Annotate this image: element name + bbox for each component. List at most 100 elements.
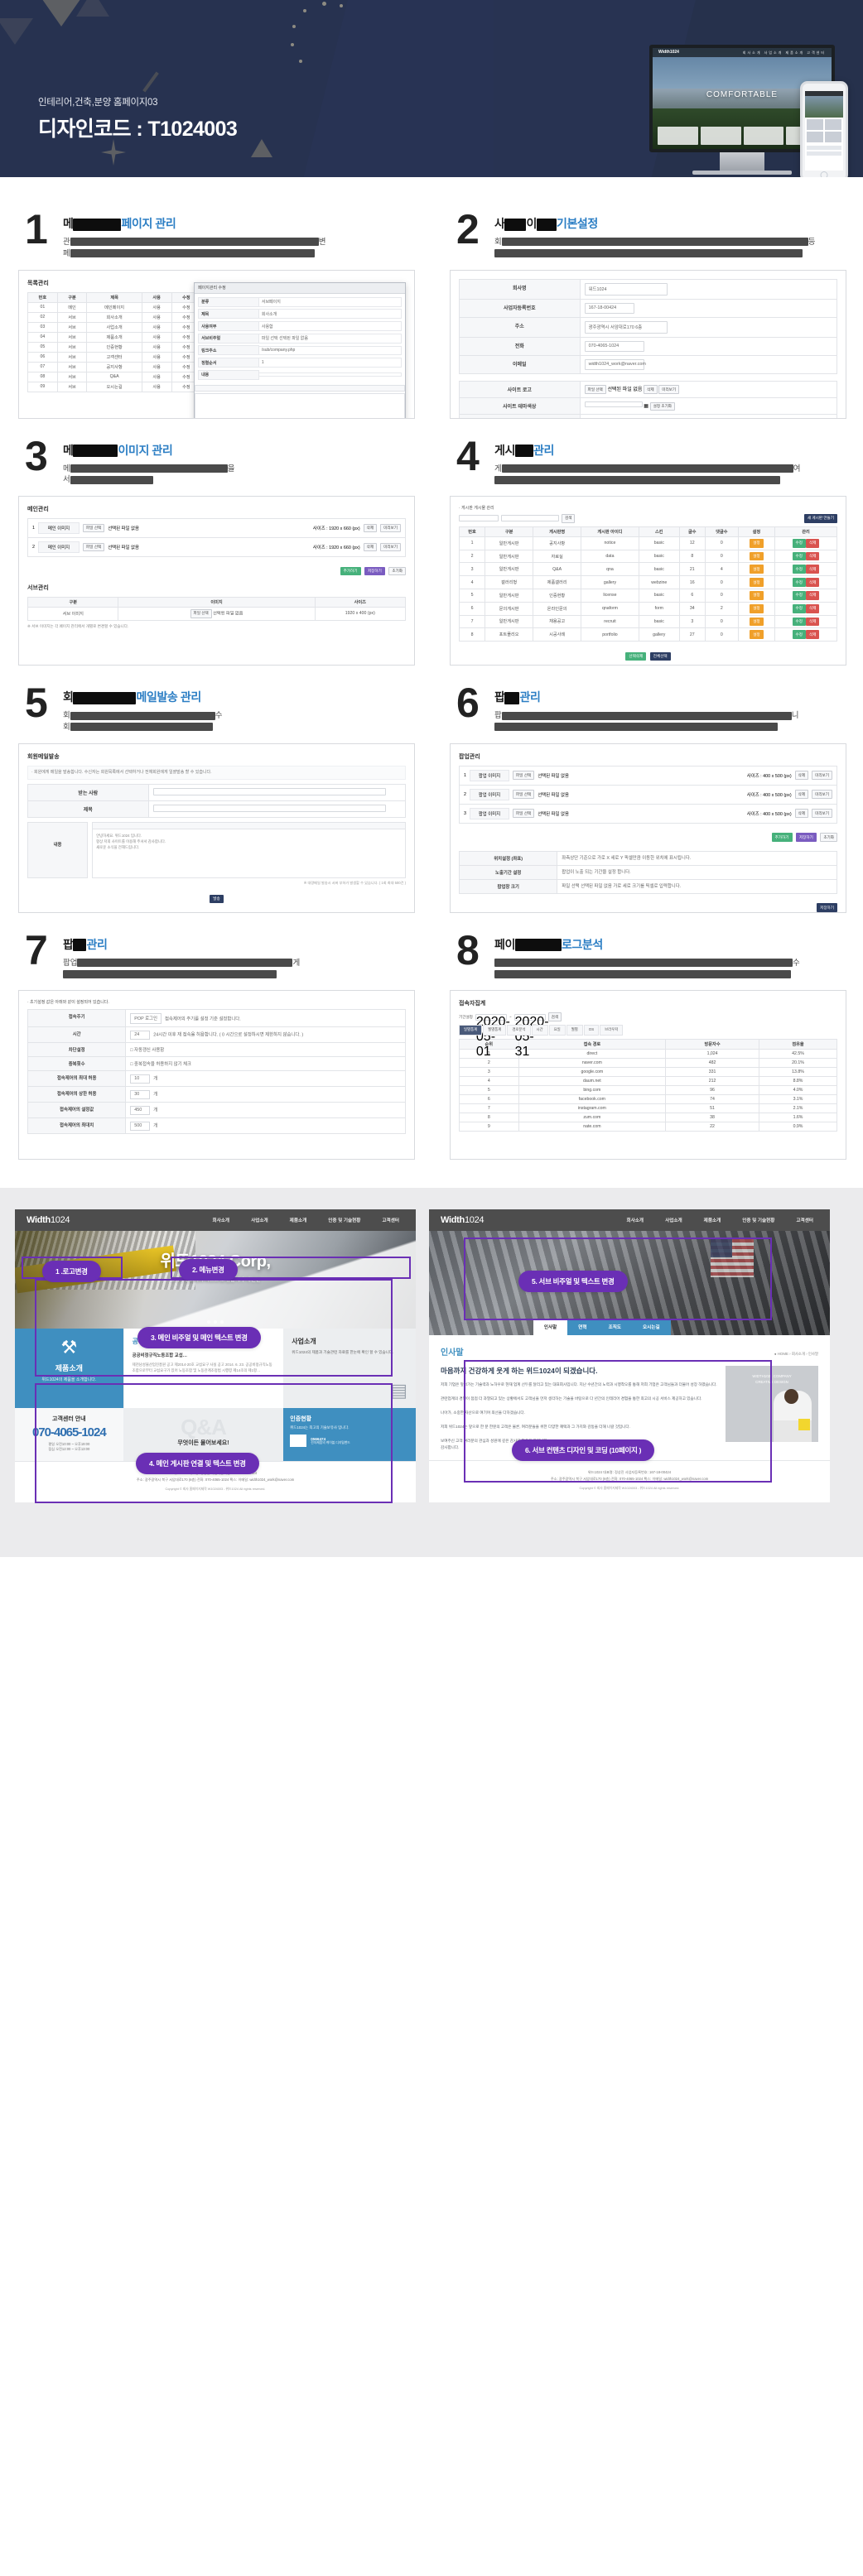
setting-input[interactable]: 450 xyxy=(130,1105,151,1115)
nav-item-2[interactable]: 제품소개 xyxy=(290,1217,307,1223)
nav-item-0[interactable]: 회사소개 xyxy=(212,1217,229,1223)
field-value[interactable]: /sub/company.php xyxy=(258,345,402,355)
delete-selected-button[interactable]: 선택삭제 xyxy=(625,651,647,661)
board-filter-select[interactable] xyxy=(459,515,499,522)
delete-button[interactable]: 삭제 xyxy=(805,551,820,561)
field-value[interactable]: 파일 선택 선택된 파일 없음 xyxy=(258,333,402,344)
nav-item-1[interactable]: 사업소개 xyxy=(251,1217,268,1223)
reset-button[interactable]: 초기화 xyxy=(388,566,406,576)
add-button[interactable]: 추가하기 xyxy=(771,833,793,842)
file-select-button[interactable]: 파일 선택 xyxy=(513,771,535,780)
edit-button[interactable]: 수정 xyxy=(792,617,806,627)
cell[interactable]: 사용 xyxy=(141,321,172,333)
cell[interactable]: 사용 xyxy=(141,371,172,382)
sub-tab-2[interactable]: 조직도 xyxy=(597,1319,633,1336)
notice-item[interactable]: 공공비정규직노동조합 교섭… xyxy=(133,1352,276,1358)
save-button[interactable]: 저장하기 xyxy=(364,566,385,576)
cell[interactable]: 사용 xyxy=(141,381,172,392)
action-button[interactable]: 삭제 xyxy=(363,523,378,533)
delete-button[interactable]: 삭제 xyxy=(805,617,820,627)
file-select-button[interactable]: 파일 선택 xyxy=(513,790,535,799)
file-select-button[interactable]: 파일 선택 xyxy=(513,809,535,818)
config-button[interactable]: 설정 xyxy=(750,603,764,613)
nav-item-3[interactable]: 인증 및 기술현황 xyxy=(742,1217,774,1223)
text-input[interactable]: width1024_work@naver.com xyxy=(584,358,646,370)
action-button[interactable]: 삭제 xyxy=(644,385,658,394)
preview-logo[interactable]: Width1024 xyxy=(27,1215,70,1225)
file-select-button[interactable]: 파일 선택 xyxy=(190,609,212,618)
nav-item-4[interactable]: 고객센터 xyxy=(382,1217,399,1223)
action-button[interactable]: 미리보기 xyxy=(658,385,680,394)
action-button[interactable]: 미리보기 xyxy=(380,542,401,552)
new-board-button[interactable]: 새 게시판 만들기 xyxy=(803,514,837,523)
config-button[interactable]: 설정 xyxy=(750,538,764,548)
action-button[interactable]: 삭제 xyxy=(794,771,809,780)
date-from-input[interactable]: 2020-05-01 xyxy=(475,1013,510,1059)
hero-slider-dots[interactable] xyxy=(207,1320,224,1324)
field-value[interactable] xyxy=(258,372,402,377)
edit-button[interactable]: 수정 xyxy=(792,565,806,574)
delete-button[interactable]: 삭제 xyxy=(805,630,820,640)
edit-button[interactable]: 수정 xyxy=(792,590,806,600)
cell[interactable]: 사용 xyxy=(141,301,172,313)
action-button[interactable]: 미리보기 xyxy=(380,523,401,533)
business-card[interactable]: 사업소개 위드1024의 제품과 기술관련 자료를 한눈에 확인 할 수 있습니… xyxy=(283,1329,416,1409)
file-select-button[interactable]: 파일 선택 xyxy=(83,542,105,552)
save-button-2[interactable]: 저장하기 xyxy=(817,903,837,912)
action-button[interactable]: 미리보기 xyxy=(812,790,832,799)
product-card[interactable]: ⚒ 제품소개 위드1024의 제품을 소개합니다. xyxy=(15,1329,123,1409)
date-to-input[interactable]: 2020-05-31 xyxy=(513,1013,549,1059)
delete-button[interactable]: 삭제 xyxy=(805,603,820,613)
edit-button[interactable]: 수정 xyxy=(792,538,806,548)
text-input[interactable]: 워드1024 xyxy=(584,282,668,296)
cell[interactable]: 사용 xyxy=(141,311,172,323)
stats-tab[interactable]: 시간 xyxy=(531,1024,548,1036)
stats-tab[interactable]: OS xyxy=(583,1024,600,1036)
delete-button[interactable]: 삭제 xyxy=(805,578,820,587)
editor-toolbar[interactable] xyxy=(195,385,405,392)
color-input[interactable] xyxy=(584,401,643,407)
nav-item-2[interactable]: 제품소개 xyxy=(704,1217,721,1223)
stats-tab[interactable]: 브라우저 xyxy=(600,1024,624,1036)
setting-input[interactable]: 500 xyxy=(130,1121,151,1131)
delete-button[interactable]: 삭제 xyxy=(805,565,820,574)
sub-tab-3[interactable]: 오시는길 xyxy=(632,1319,671,1336)
search-button[interactable]: 검색 xyxy=(547,1012,562,1021)
action-button[interactable]: 삭제 xyxy=(363,542,378,552)
action-button[interactable]: 미리보기 xyxy=(812,809,832,818)
stats-tab[interactable]: 요일 xyxy=(548,1024,566,1036)
page-edit-popup[interactable]: 페이지관리 수정 분류 서브페이지 제목 회사소개 사용여부 사용함 서브비주얼 파일 선택 … xyxy=(194,281,406,418)
stats-tab[interactable]: 경로분석 xyxy=(507,1024,531,1036)
action-button[interactable]: 설정 초기화 xyxy=(649,401,676,411)
delete-button[interactable]: 삭제 xyxy=(805,538,820,548)
setting-input[interactable]: POP 로그인 xyxy=(130,1012,162,1024)
config-button[interactable]: 설정 xyxy=(750,630,764,640)
certification-card[interactable]: 인증현황 위드1024는 최고의 기술보유사 입니다. 0566474 전자제품… xyxy=(283,1408,416,1462)
mail-editor-toolbar[interactable] xyxy=(93,823,405,830)
field-value[interactable]: 서브페이지 xyxy=(258,296,402,307)
editor-body[interactable] xyxy=(195,393,405,418)
nav-item-0[interactable]: 회사소개 xyxy=(626,1217,644,1223)
action-button[interactable]: 미리보기 xyxy=(812,771,832,780)
nav-item-3[interactable]: 인증 및 기술현황 xyxy=(328,1217,360,1223)
send-button[interactable]: 발송 xyxy=(210,894,224,904)
config-button[interactable]: 설정 xyxy=(750,590,764,600)
file-select-button[interactable]: 파일 선택 xyxy=(584,385,606,394)
field-value[interactable]: 1 xyxy=(258,358,402,368)
setting-input[interactable]: 10 xyxy=(130,1074,151,1084)
mail-editor-body[interactable]: 안녕하세요. 위드1024 입니다. 항상 저희 사이트를 이용해 주셔서 감사합… xyxy=(93,829,405,877)
save-button[interactable]: 저장하기 xyxy=(795,833,817,842)
nav-item-1[interactable]: 사업소개 xyxy=(665,1217,682,1223)
file-select-button[interactable]: 파일 선택 xyxy=(83,523,105,533)
text-input[interactable]: 167-18-00424 xyxy=(584,302,634,314)
config-button[interactable]: 설정 xyxy=(750,617,764,627)
edit-button[interactable]: 수정 xyxy=(792,603,806,613)
edit-button[interactable]: 수정 xyxy=(792,551,806,561)
cell[interactable]: 사용 xyxy=(141,361,172,372)
select-all-button[interactable]: 전체선택 xyxy=(649,651,671,661)
cell[interactable]: 사용 xyxy=(141,351,172,363)
search-button[interactable]: 검색 xyxy=(562,514,576,523)
add-button[interactable]: 추가하기 xyxy=(340,566,361,576)
delete-button[interactable]: 삭제 xyxy=(805,590,820,600)
setting-input[interactable]: 24 xyxy=(130,1030,151,1040)
